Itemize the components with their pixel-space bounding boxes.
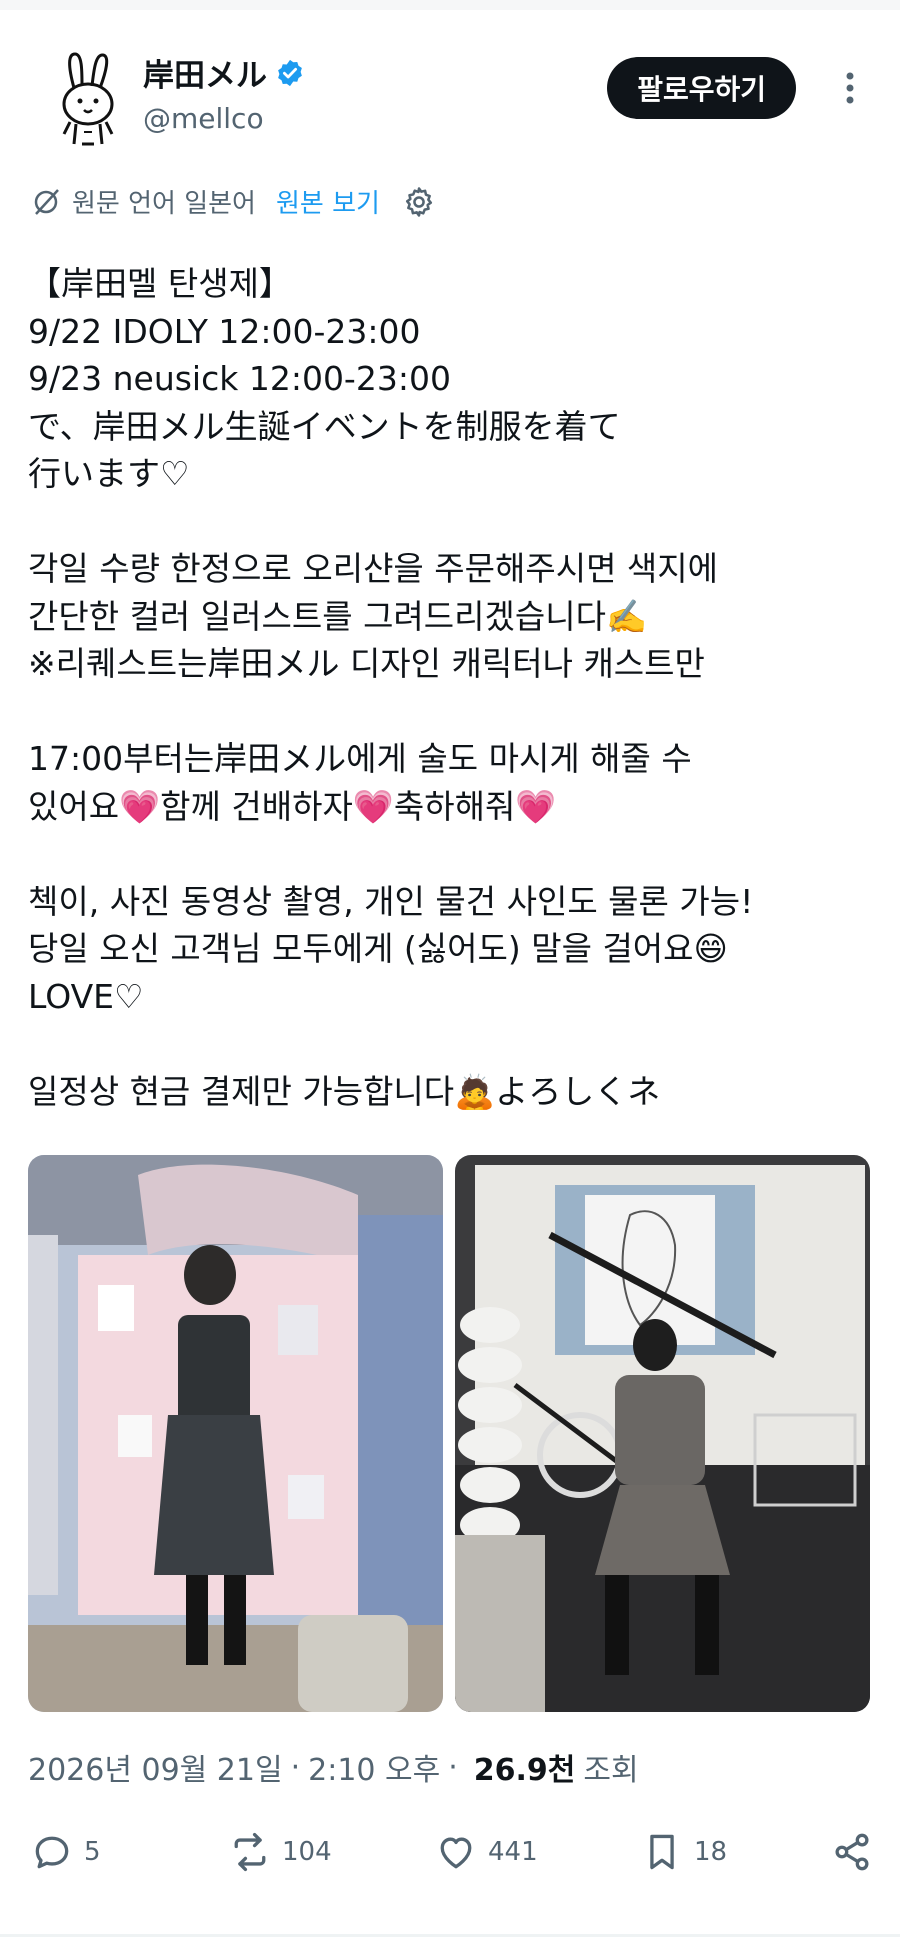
bunny-avatar-icon <box>38 48 138 148</box>
tweet-line: 간단한 컬러 일러스트를 그려드리겠습니다✍️ <box>28 596 648 636</box>
views-label: 조회 <box>583 1753 639 1788</box>
more-options-icon[interactable] <box>840 68 860 108</box>
bookmark-icon <box>650 1834 674 1870</box>
translate-icon <box>34 188 59 215</box>
show-original-link[interactable]: 원본 보기 <box>276 183 380 220</box>
retweet-count: 104 <box>282 1837 332 1867</box>
tweet-line <box>28 688 878 736</box>
tweet-header: 岸田メル @mellco 팔로우하기 <box>30 40 870 160</box>
tweet-text: 【岸田멜 탄생제】 9/22 IDOLY 12:00-23:00 9/23 ne… <box>28 260 878 1115</box>
user-handle[interactable]: @mellco <box>143 102 264 135</box>
tweet-line: 일정상 현금 결제만 가능합니다🙇よろしくネ <box>28 1071 661 1111</box>
tweet-line: 行います♡ <box>28 454 190 493</box>
tweet-line: 당일 오신 고객님 모두에게 (싫어도) 말을 걸어요😄 <box>28 929 728 968</box>
reply-button[interactable]: 5 <box>30 1830 101 1874</box>
tweet-line <box>28 830 878 878</box>
tweet-line <box>28 498 878 546</box>
tweet-line: 각일 수량 한정으로 오리샨을 주문해주시면 색지에 <box>28 549 719 588</box>
tweet-line: 9/23 neusick 12:00-23:00 <box>28 359 451 398</box>
follow-button[interactable]: 팔로우하기 <box>607 57 796 119</box>
like-button[interactable]: 441 <box>434 1830 538 1874</box>
gear-icon[interactable] <box>402 185 436 219</box>
retweet-icon <box>234 1832 266 1872</box>
share-icon <box>835 1833 869 1871</box>
photo-uniform-wall-image <box>28 1155 443 1712</box>
heart-icon <box>440 1837 472 1869</box>
tweet-line: 【岸田멜 탄생제】 <box>28 264 292 303</box>
bookmark-count: 18 <box>694 1837 728 1867</box>
translation-bar: 원문 언어 일본어 원본 보기 <box>30 183 436 220</box>
reply-count: 5 <box>84 1837 101 1867</box>
tweet-line <box>28 1020 878 1068</box>
like-count: 441 <box>488 1837 538 1867</box>
display-name[interactable]: 岸田メル <box>143 50 267 95</box>
reply-icon <box>35 1836 69 1869</box>
media-grid <box>28 1155 870 1712</box>
translation-notice: 원문 언어 일본어 <box>72 189 256 219</box>
photo-left[interactable] <box>28 1155 443 1712</box>
retweet-button[interactable]: 104 <box>228 1830 332 1874</box>
tweet-line: LOVE♡ <box>28 976 144 1016</box>
verified-badge-icon <box>278 59 302 86</box>
tweet-line: 9/22 IDOLY 12:00-23:00 <box>28 311 421 351</box>
name-row: 岸田メル <box>143 50 305 95</box>
tweet-date[interactable]: 2026년 09월 21일 <box>28 1745 283 1789</box>
bookmark-button[interactable]: 18 <box>640 1830 727 1874</box>
tweet-meta: 2026년 09월 21일 · 2:10 오후 · 26.9천 조회 <box>28 1745 639 1789</box>
avatar[interactable] <box>38 48 138 148</box>
photo-right[interactable] <box>455 1155 870 1712</box>
tweet-line: 17:00부터는岸田メル에게 술도 마시게 해줄 수 <box>28 739 692 778</box>
views-count: 26.9천 <box>473 1753 576 1788</box>
top-divider <box>0 0 900 10</box>
tweet-line: で、岸田メル生誕イベントを制服を着て <box>28 406 621 446</box>
meta-separator: · <box>448 1749 458 1785</box>
tweet-line: ※리퀘스트는岸田メル 디자인 캐릭터나 캐스트만 <box>28 644 705 683</box>
action-bar: 5 104 441 18 <box>30 1820 870 1900</box>
tweet-line: 있어요💗함께 건배하자💗축하해줘💗 <box>28 786 557 826</box>
tweet-line: 첵이, 사진 동영상 촬영, 개인 물건 사인도 물론 가능! <box>28 881 754 921</box>
share-button[interactable] <box>830 1830 874 1874</box>
tweet-time[interactable]: 2:10 오후 <box>308 1745 440 1789</box>
photo-sword-pose-image <box>455 1155 870 1712</box>
meta-separator: · <box>290 1749 301 1785</box>
